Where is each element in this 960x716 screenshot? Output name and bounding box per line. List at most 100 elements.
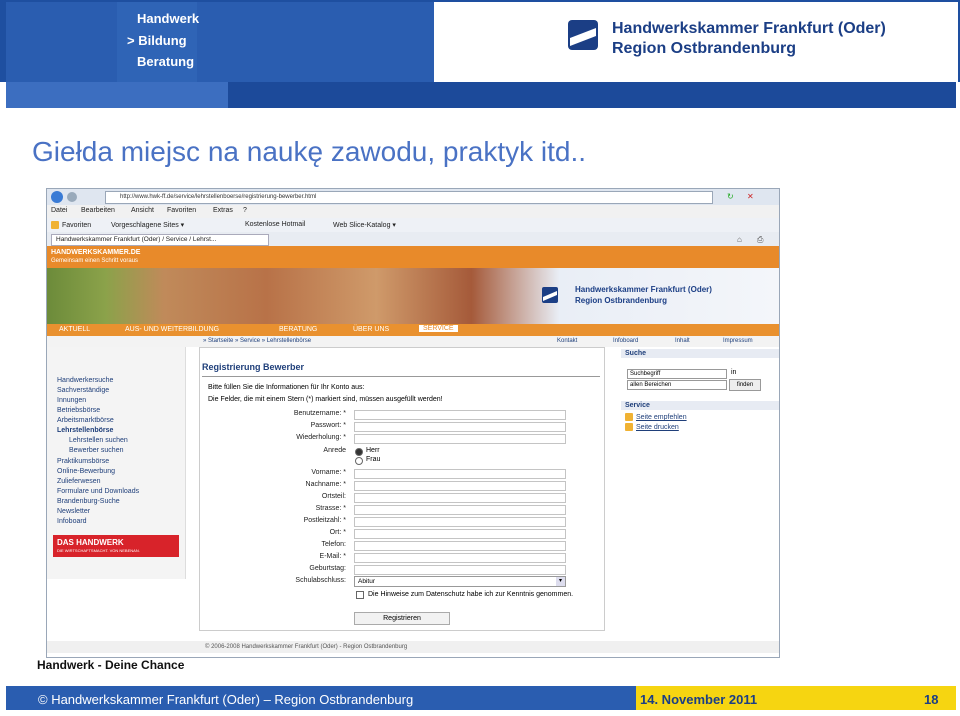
link-impressum[interactable]: Impressum xyxy=(723,338,753,344)
radio-herr-label: Herr xyxy=(366,447,380,454)
label-geburtstag: Geburtstag: xyxy=(309,565,346,572)
sidebar-item-praktikumsboerse[interactable]: Praktikumsbörse xyxy=(57,458,109,465)
checkbox-datenschutz[interactable] xyxy=(356,591,364,599)
input-nachname[interactable] xyxy=(354,481,566,491)
input-passwort[interactable] xyxy=(354,422,566,432)
service-box: Service Seite empfehlen Seite drucken xyxy=(621,401,779,431)
input-vorname[interactable] xyxy=(354,469,566,479)
footer-copyright: © Handwerkskammer Frankfurt (Oder) – Reg… xyxy=(38,692,414,707)
hwk-logo-icon xyxy=(568,20,598,50)
select-schulabschluss[interactable]: Abitur ▾ xyxy=(354,576,566,587)
brand-line-2: > Bildung xyxy=(127,33,187,48)
sidebar-item-handwerkersuche[interactable]: Handwerkersuche xyxy=(57,377,113,384)
sidebar-item-lehrstellen-suchen[interactable]: Lehrstellen suchen xyxy=(69,437,128,444)
label-anrede: Anrede xyxy=(323,447,346,454)
sidebar-item-online-bewerbung[interactable]: Online-Bewerbung xyxy=(57,468,115,475)
nav-service[interactable]: SERVICE xyxy=(419,325,458,332)
sidebar-item-bewerber-suchen[interactable]: Bewerber suchen xyxy=(69,447,123,454)
menu-ansicht[interactable]: Ansicht xyxy=(131,207,154,214)
site-org-1: Handwerkskammer Frankfurt (Oder) xyxy=(575,285,712,294)
tab-active[interactable]: Handwerkskammer Frankfurt (Oder) / Servi… xyxy=(51,234,269,246)
org-header: Handwerkskammer Frankfurt (Oder) Region … xyxy=(434,2,958,82)
menu-favoriten[interactable]: Favoriten xyxy=(167,207,196,214)
url-field[interactable]: http://www.hwk-ff.de/service/lehrstellen… xyxy=(105,191,713,204)
address-bar: http://www.hwk-ff.de/service/lehrstellen… xyxy=(47,189,779,205)
link-infoboard[interactable]: Infoboard xyxy=(613,338,638,344)
service-recommend[interactable]: Seite empfehlen xyxy=(621,413,779,421)
sidebar-item-sachverstaendige[interactable]: Sachverständige xyxy=(57,387,109,394)
form-heading: Registrierung Bewerber xyxy=(202,362,305,372)
sidebar: Handwerkersuche Sachverständige Innungen… xyxy=(47,347,186,579)
print-icon[interactable]: ⎙ xyxy=(757,235,763,245)
right-column: Suche Suchbegriff in allen Bereichen fin… xyxy=(621,349,779,449)
link-kontakt[interactable]: Kontakt xyxy=(557,338,577,344)
input-email[interactable] xyxy=(354,553,566,563)
search-input[interactable]: Suchbegriff xyxy=(627,369,727,379)
site-nav: AKTUELL AUS- UND WEITERBILDUNG BERATUNG … xyxy=(47,324,779,336)
registration-form: Registrierung Bewerber Bitte füllen Sie … xyxy=(199,347,605,631)
input-postleitzahl[interactable] xyxy=(354,517,566,527)
nav-aktuell[interactable]: AKTUELL xyxy=(59,326,90,333)
forward-icon[interactable] xyxy=(67,192,77,202)
menu-help[interactable]: ? xyxy=(243,207,247,214)
input-ortsteil[interactable] xyxy=(354,493,566,503)
radio-herr[interactable] xyxy=(355,448,363,456)
brand-line-3: Beratung xyxy=(137,54,195,69)
org-name-line1: Handwerkskammer Frankfurt (Oder) xyxy=(612,20,886,37)
register-button[interactable]: Registrieren xyxy=(354,612,450,625)
breadcrumb-path[interactable]: » Startseite » Service » Lehrstellenbörs… xyxy=(203,338,311,344)
sidebar-item-innungen[interactable]: Innungen xyxy=(57,397,86,404)
radio-frau[interactable] xyxy=(355,457,363,465)
link-inhalt[interactable]: Inhalt xyxy=(675,338,690,344)
das-handwerk-banner[interactable]: DAS HANDWERK DIE WIRTSCHAFTSMACHT. VON N… xyxy=(53,535,179,557)
label-benutzername: Benutzername: * xyxy=(293,410,346,417)
sidebar-item-formulare[interactable]: Formulare und Downloads xyxy=(57,488,139,495)
label-vorname: Vorname: * xyxy=(311,469,346,476)
site-tagline: Gemeinsam einen Schritt voraus xyxy=(51,258,139,264)
hotmail-link[interactable]: Kostenlose Hotmail xyxy=(245,221,305,228)
sidebar-item-infoboard[interactable]: Infoboard xyxy=(57,518,87,525)
search-button[interactable]: finden xyxy=(729,379,761,391)
suggested-sites-link[interactable]: Vorgeschlagene Sites ▾ xyxy=(111,221,184,229)
input-telefon[interactable] xyxy=(354,541,566,551)
site-header-photo: Handwerkskammer Frankfurt (Oder) Region … xyxy=(47,268,779,324)
sidebar-item-zulieferwesen[interactable]: Zulieferwesen xyxy=(57,478,101,485)
search-in-label: in xyxy=(731,369,737,376)
sidebar-item-arbeitsmarktboerse[interactable]: Arbeitsmarktbörse xyxy=(57,417,114,424)
menu-extras[interactable]: Extras xyxy=(213,207,233,214)
favorites-button[interactable]: Favoriten xyxy=(51,221,91,229)
menu-bar: Datei Bearbeiten Ansicht Favoriten Extra… xyxy=(47,205,779,218)
menu-bearbeiten[interactable]: Bearbeiten xyxy=(81,207,115,214)
service-print[interactable]: Seite drucken xyxy=(621,423,779,431)
refresh-icon[interactable]: ↻ xyxy=(727,192,734,201)
sidebar-item-brandenburg-suche[interactable]: Brandenburg-Suche xyxy=(57,498,120,505)
search-scope-select[interactable]: allen Bereichen xyxy=(627,380,727,390)
sidebar-item-newsletter[interactable]: Newsletter xyxy=(57,508,90,515)
stop-icon[interactable]: ✕ xyxy=(747,192,754,201)
tab-bar: Handwerkskammer Frankfurt (Oder) / Servi… xyxy=(47,232,779,246)
nav-aus-weiterbildung[interactable]: AUS- UND WEITERBILDUNG xyxy=(125,326,219,333)
input-geburtstag[interactable] xyxy=(354,565,566,575)
label-wiederholung: Wiederholung: * xyxy=(296,434,346,441)
input-strasse[interactable] xyxy=(354,505,566,515)
home-icon[interactable]: ⌂ xyxy=(737,235,742,244)
star-icon xyxy=(51,221,59,229)
printer-icon xyxy=(625,423,633,431)
page-number: 18 xyxy=(924,692,939,707)
sidebar-item-lehrstellenboerse[interactable]: Lehrstellenbörse xyxy=(57,427,113,434)
sidebar-item-betriebsboerse[interactable]: Betriebsbörse xyxy=(57,407,100,414)
input-wiederholung[interactable] xyxy=(354,434,566,444)
input-benutzername[interactable] xyxy=(354,410,566,420)
back-icon[interactable] xyxy=(51,191,63,203)
chevron-down-icon: ▾ xyxy=(556,577,565,586)
breadcrumb: » Startseite » Service » Lehrstellenbörs… xyxy=(47,336,779,347)
form-divider xyxy=(202,376,600,377)
input-ort[interactable] xyxy=(354,529,566,539)
menu-datei[interactable]: Datei xyxy=(51,207,67,214)
header-brand-area xyxy=(6,2,434,82)
favorites-bar: Favoriten Vorgeschlagene Sites ▾ Kostenl… xyxy=(47,218,779,232)
label-telefon: Telefon: xyxy=(321,541,346,548)
nav-ueber-uns[interactable]: ÜBER UNS xyxy=(353,326,389,333)
nav-beratung[interactable]: BERATUNG xyxy=(279,326,317,333)
web-slice-link[interactable]: Web Slice-Katalog ▾ xyxy=(333,221,396,229)
